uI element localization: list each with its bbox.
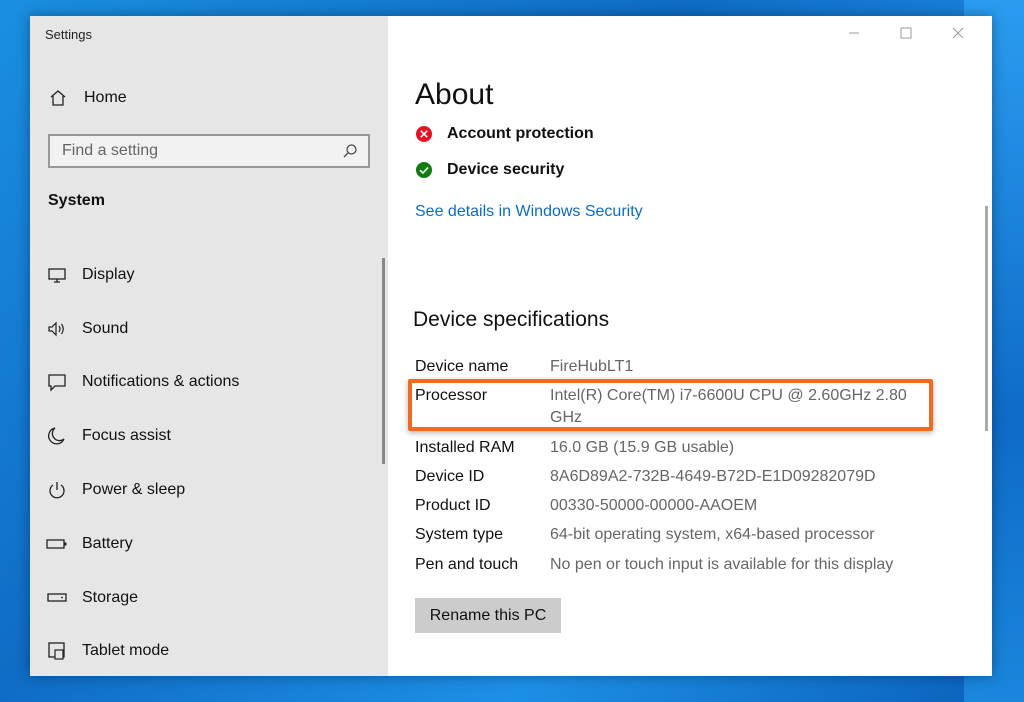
spec-value: 16.0 GB (15.9 GB usable) xyxy=(550,438,735,456)
search-box[interactable] xyxy=(48,134,370,168)
windows-security-link[interactable]: See details in Windows Security xyxy=(415,203,643,221)
spec-value: 00330-50000-00000-AAOEM xyxy=(550,497,758,515)
sidebar: Settings Home System Display xyxy=(30,16,388,676)
close-icon xyxy=(952,26,964,44)
sidebar-item-label: Tablet mode xyxy=(82,642,170,660)
spec-label: Device ID xyxy=(415,467,485,485)
spec-value: 8A6D89A2-732B-4649-B72D-E1D09282079D xyxy=(550,467,876,485)
tablet-mode-icon xyxy=(46,640,68,662)
battery-icon xyxy=(46,533,68,555)
sidebar-item-label: Display xyxy=(82,265,135,283)
maximize-button[interactable] xyxy=(880,22,932,48)
device-specs-heading: Device specifications xyxy=(413,308,610,331)
notification-icon xyxy=(46,371,68,393)
spec-label: Pen and touch xyxy=(415,555,519,573)
status-account-protection: Account protection xyxy=(415,125,594,143)
sidebar-item-power-sleep[interactable]: Power & sleep xyxy=(46,463,239,517)
sidebar-item-label: Battery xyxy=(82,534,133,552)
settings-window: Settings Home System Display xyxy=(30,16,992,676)
spec-row-installed-ram: Installed RAM 16.0 GB (15.9 GB usable) xyxy=(415,437,955,459)
spec-row-product-id: Product ID 00330-50000-00000-AAOEM xyxy=(415,495,955,517)
display-icon xyxy=(46,264,68,286)
sidebar-item-focus-assist[interactable]: Focus assist xyxy=(46,409,239,463)
spec-label: Installed RAM xyxy=(415,438,515,456)
nav-list: Display Sound Notifications & actions Fo… xyxy=(46,248,239,676)
window-controls xyxy=(828,22,984,48)
main-content: About Account protection Device security… xyxy=(388,16,992,676)
sidebar-item-storage[interactable]: Storage xyxy=(46,571,239,625)
speaker-icon xyxy=(46,318,68,340)
status-label: Account protection xyxy=(447,125,594,142)
nav-home[interactable]: Home xyxy=(48,88,127,108)
status-label: Device security xyxy=(447,161,565,178)
sidebar-item-label: Focus assist xyxy=(82,427,171,445)
maximize-icon xyxy=(900,26,912,44)
spec-row-device-id: Device ID 8A6D89A2-732B-4649-B72D-E1D092… xyxy=(415,466,955,488)
spec-row-device-name: Device name FireHubLT1 xyxy=(415,356,955,378)
sidebar-item-tablet-mode[interactable]: Tablet mode xyxy=(46,625,239,676)
sidebar-item-notifications[interactable]: Notifications & actions xyxy=(46,356,239,410)
spec-value: FireHubLT1 xyxy=(550,358,634,375)
power-icon xyxy=(46,479,68,501)
sidebar-scrollbar[interactable] xyxy=(382,258,385,464)
spec-label: System type xyxy=(415,526,504,544)
search-input[interactable] xyxy=(62,142,342,160)
sidebar-item-display[interactable]: Display xyxy=(46,248,239,302)
storage-icon xyxy=(46,587,68,609)
spec-value: No pen or touch input is available for t… xyxy=(550,555,894,573)
sidebar-item-label: Notifications & actions xyxy=(82,373,240,391)
status-device-security: Device security xyxy=(415,161,564,179)
sidebar-item-label: Power & sleep xyxy=(82,481,186,499)
moon-icon xyxy=(46,425,68,447)
spec-label: Device name xyxy=(415,358,509,375)
processor-highlight-box xyxy=(408,379,933,431)
close-button[interactable] xyxy=(932,22,984,48)
sidebar-item-sound[interactable]: Sound xyxy=(46,302,239,356)
nav-home-label: Home xyxy=(84,89,127,106)
rename-pc-button[interactable]: Rename this PC xyxy=(415,598,561,633)
sidebar-item-battery[interactable]: Battery xyxy=(46,517,239,571)
spec-label: Product ID xyxy=(415,497,491,515)
minimize-button[interactable] xyxy=(828,22,880,48)
search-icon[interactable] xyxy=(342,143,358,159)
error-x-icon xyxy=(415,125,433,143)
section-label-system: System xyxy=(48,192,105,209)
spec-value: 64-bit operating system, x64-based proce… xyxy=(550,526,875,544)
home-icon xyxy=(48,88,68,108)
sidebar-item-label: Sound xyxy=(82,319,129,337)
content-scrollbar[interactable] xyxy=(985,206,988,431)
page-title: About xyxy=(415,78,494,111)
checkmark-icon xyxy=(415,161,433,179)
spec-row-system-type: System type 64-bit operating system, x64… xyxy=(415,524,955,546)
minimize-icon xyxy=(848,26,860,44)
app-title: Settings xyxy=(45,27,92,42)
sidebar-item-label: Storage xyxy=(82,588,139,606)
spec-row-pen-touch: Pen and touch No pen or touch input is a… xyxy=(415,554,955,576)
